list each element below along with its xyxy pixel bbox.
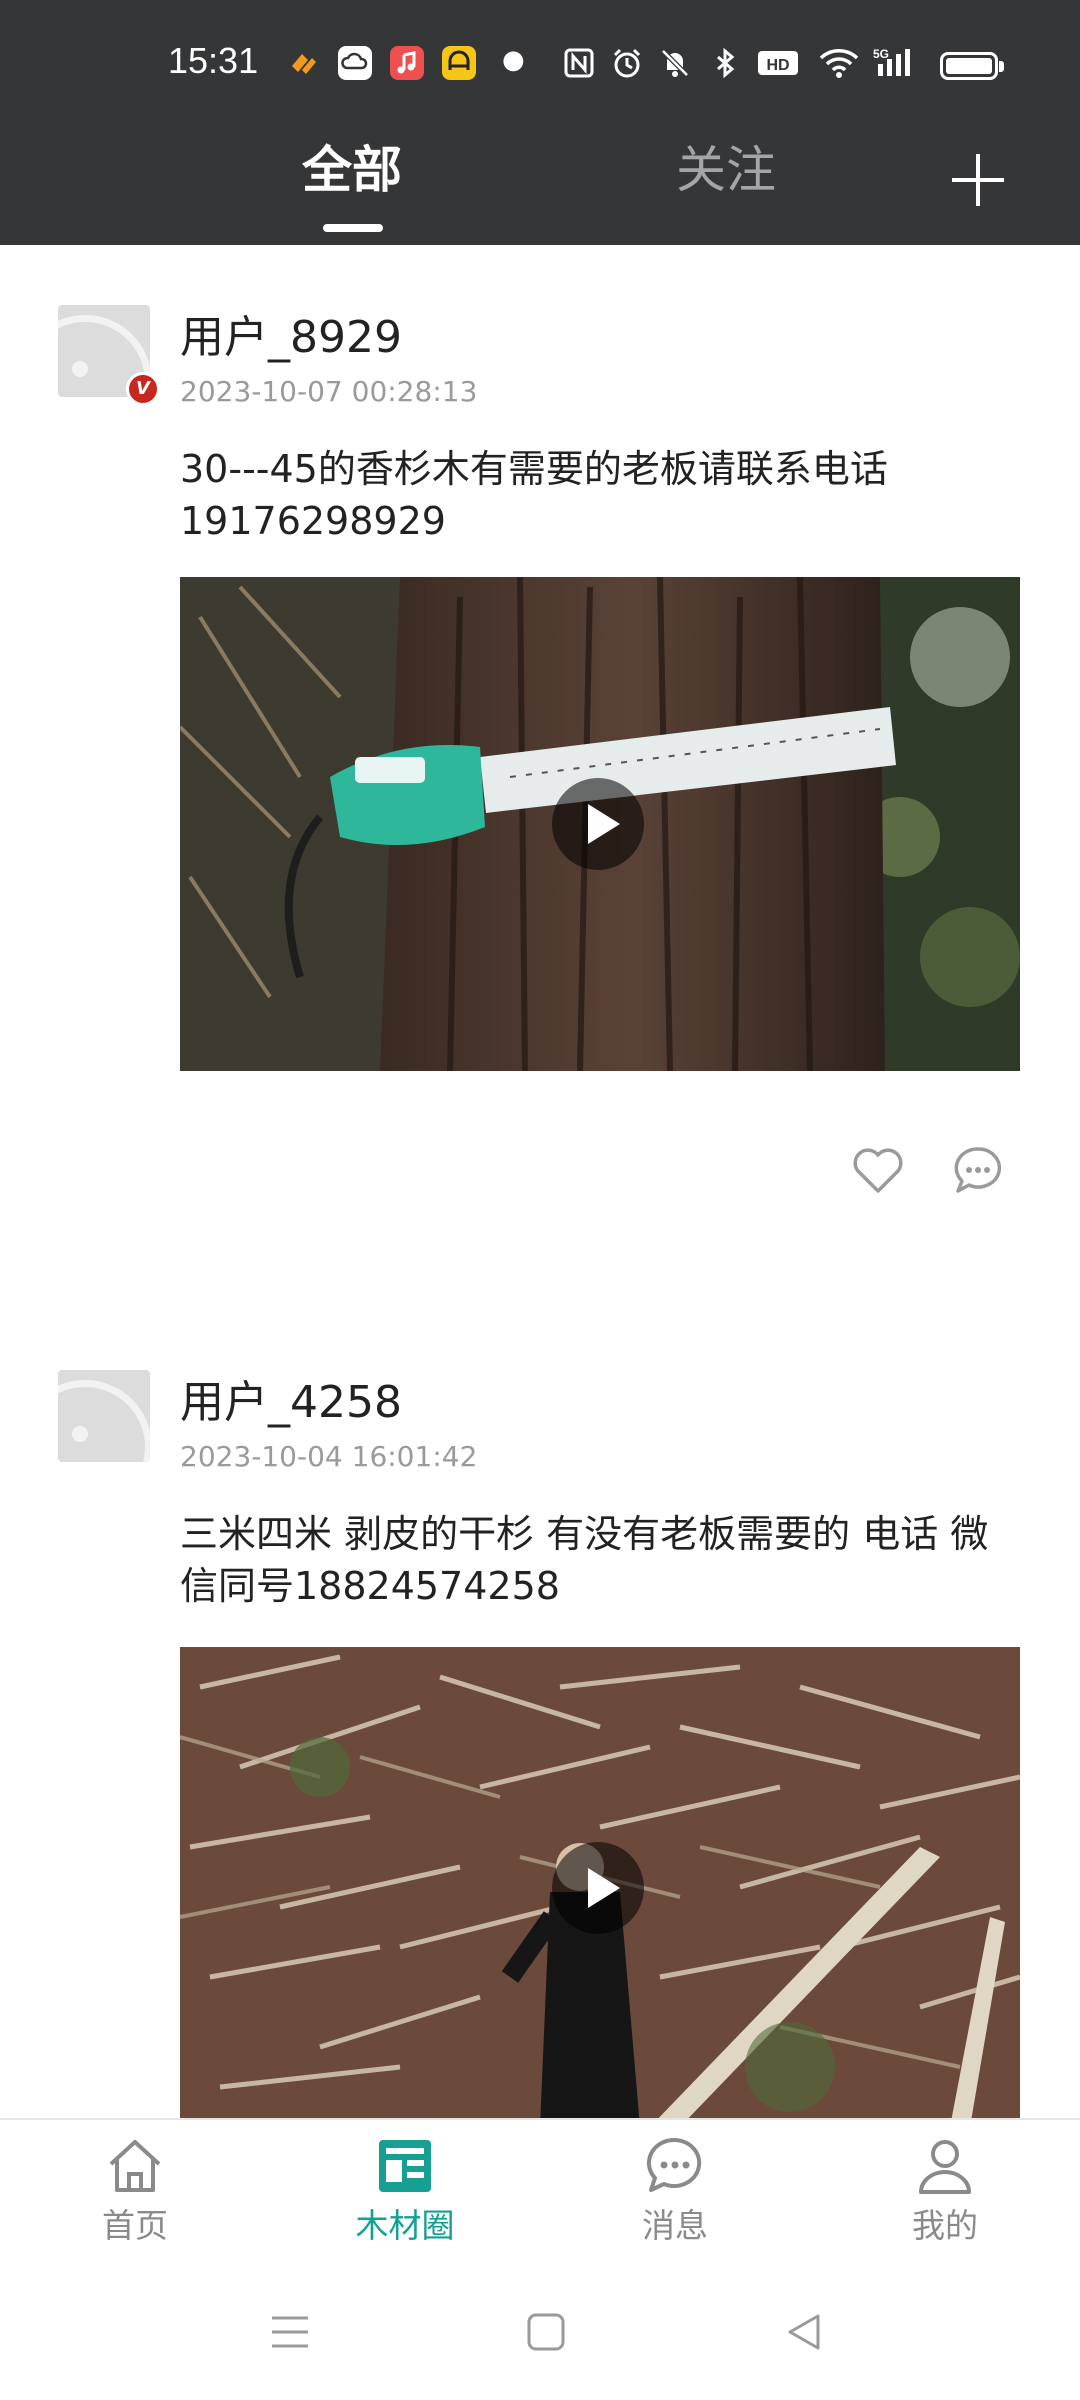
app-icon-yellow [442,46,476,80]
dot-icon: ● [502,45,525,75]
menu-icon[interactable] [268,2312,312,2352]
status-bar: 15:31 ● HD 5G [0,0,1080,110]
svg-text:HD: HD [766,57,789,74]
home-button-icon[interactable] [526,2312,566,2352]
bluetooth-icon [708,46,742,80]
nav-label-profile: 我的 [912,2206,978,2245]
post-time: 2023-10-04 16:01:42 [180,1440,478,1473]
hd-icon: HD [756,46,800,80]
verified-badge: V [126,372,160,406]
status-time: 15:31 [168,40,259,81]
heart-icon[interactable] [850,1143,906,1199]
music-icon [390,46,424,80]
top-tab-bar: 全部 关注 [0,110,1080,245]
post-text: 三米四米 剥皮的干杉 有没有老板需要的 电话 微信同号18824574258 [180,1512,989,1608]
post-card: V 用户_8929 2023-10-07 00:28:13 30---45的香杉… [0,245,1080,1255]
profile-icon [919,2140,971,2194]
post-card: 用户_4258 2023-10-04 16:01:42 三米四米 剥皮的干杉 有… [0,1310,1080,2118]
message-icon [646,2137,702,2192]
nav-label-messages: 消息 [642,2206,708,2245]
tab-all[interactable]: 全部 [302,140,402,200]
post-username[interactable]: 用户_4258 [180,1376,402,1430]
comment-icon[interactable] [950,1143,1006,1199]
battery-icon [940,52,1004,80]
nfc-icon [562,46,596,80]
svg-text:5G: 5G [873,47,889,61]
play-icon[interactable] [552,1842,644,1934]
active-tab-indicator [323,224,383,232]
avatar[interactable] [58,1370,150,1462]
alarm-icon [610,46,644,80]
5g-signal-icon: 5G [872,46,922,80]
feed-icon [379,2140,431,2192]
post-text: 30---45的香杉木有需要的老板请联系电话19176298929 [180,447,888,543]
mute-icon [658,46,692,80]
home-icon [109,2140,161,2192]
play-icon[interactable] [552,778,644,870]
nav-label-wood-circle: 木材圈 [355,2206,455,2245]
post-video[interactable] [180,577,1020,1071]
nav-item-home[interactable]: 首页 [45,2134,225,2246]
system-nav-bar [0,2268,1080,2400]
back-icon[interactable] [784,2312,824,2352]
nav-item-wood-circle[interactable]: 木材圈 [315,2134,495,2246]
nav-label-home: 首页 [102,2206,168,2245]
bottom-nav: 首页 木材圈 消息 我的 [0,2118,1080,2270]
app-icon-orange [286,46,320,80]
plus-icon[interactable] [948,150,1008,210]
nav-item-profile[interactable]: 我的 [855,2134,1035,2246]
wifi-icon [818,46,860,80]
post-video[interactable] [180,1647,1020,2118]
post-username[interactable]: 用户_8929 [180,311,402,365]
nav-item-messages[interactable]: 消息 [585,2134,765,2246]
tab-follow[interactable]: 关注 [676,140,776,200]
cloud-icon [338,46,372,80]
post-time: 2023-10-07 00:28:13 [180,375,478,408]
